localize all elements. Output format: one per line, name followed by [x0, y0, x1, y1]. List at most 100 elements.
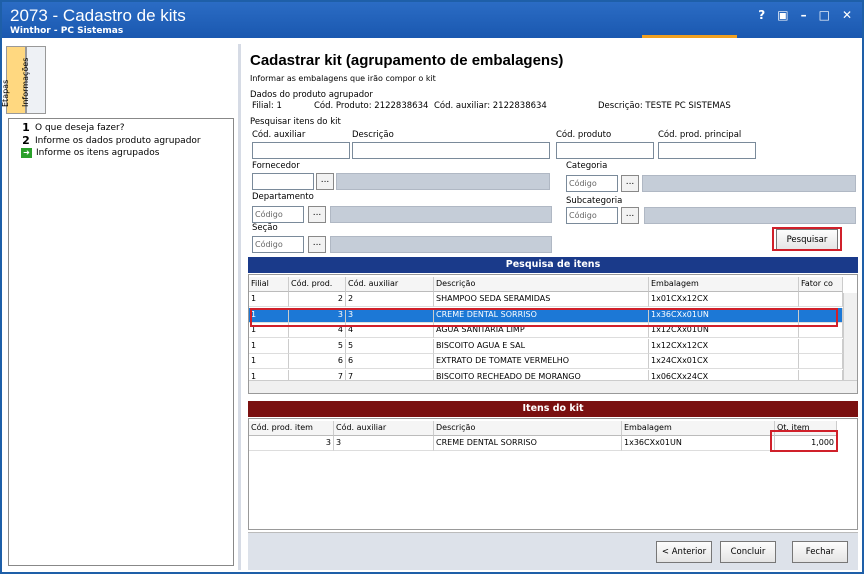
table-cell: 1x01CXx12CX	[649, 292, 799, 307]
green-arrow-icon: ➜	[21, 148, 32, 158]
anterior-button[interactable]: < Anterior	[656, 541, 712, 563]
window-controls: ? ▣ – □ ✕	[758, 8, 852, 22]
side-tabs: Etapas Informações	[1, 46, 46, 114]
page-title: Cadastrar kit (agrupamento de embalagens…	[250, 52, 564, 69]
col-embalagem[interactable]: Embalagem	[649, 277, 799, 292]
table-row[interactable]: 1 2 2 SHAMPOO SEDA SERAMIDAS 1x01CXx12CX	[249, 292, 857, 307]
tab-informacoes[interactable]: Informações	[21, 46, 46, 114]
kit-row[interactable]: 3 3 CREME DENTAL SORRISO 1x36CXx01UN 1,0…	[249, 436, 857, 451]
window-title: 2073 - Cadastro de kits	[10, 6, 186, 25]
table-cell	[799, 354, 843, 369]
agrupador-label: Dados do produto agrupador	[250, 90, 373, 100]
subcategoria-lookup-button[interactable]: ...	[621, 207, 639, 224]
subcategoria-name-field	[644, 207, 856, 224]
fornecedor-label: Fornecedor	[252, 161, 300, 171]
table-cell: 1	[249, 354, 289, 369]
col-cod-prod[interactable]: Cód. prod.	[289, 277, 346, 292]
maximize-icon[interactable]: □	[819, 8, 830, 22]
splitter[interactable]	[238, 44, 241, 570]
cod-prod-principal-label: Cód. prod. principal	[658, 130, 742, 140]
concluir-button[interactable]: Concluir	[720, 541, 776, 563]
selected-row-highlight	[250, 308, 838, 327]
col-kit-embalagem[interactable]: Embalagem	[622, 421, 775, 436]
table-cell: 6	[346, 354, 434, 369]
window-subtitle: Winthor - PC Sistemas	[10, 26, 124, 36]
kit-grid: Cód. prod. item Cód. auxiliar Descrição …	[248, 418, 858, 530]
cod-produto-label: Cód. produto	[556, 130, 612, 140]
secao-code-input[interactable]: Código	[252, 236, 304, 253]
table-cell: 2	[346, 292, 434, 307]
table-cell	[799, 338, 843, 354]
table-cell: 1	[249, 292, 289, 307]
pesquisa-grid-header: Filial Cód. prod. Cód. auxiliar Descriçã…	[249, 277, 857, 292]
table-cell: 1x24CXx01CX	[649, 354, 799, 369]
step-2[interactable]: 2 Informe os dados produto agrupador	[21, 134, 200, 147]
kit-grid-header: Cód. prod. item Cód. auxiliar Descrição …	[249, 421, 857, 436]
departamento-label: Departamento	[252, 192, 314, 202]
categoria-label: Categoria	[566, 161, 608, 171]
fornecedor-code-input[interactable]	[252, 173, 314, 190]
cod-auxiliar-value: Cód. auxiliar: 2122838634	[434, 101, 547, 111]
table-cell: 1	[249, 338, 289, 354]
table-cell: 2	[289, 292, 346, 307]
categoria-lookup-button[interactable]: ...	[621, 175, 639, 192]
col-kit-cod-auxiliar[interactable]: Cód. auxiliar	[334, 421, 434, 436]
col-filial[interactable]: Filial	[249, 277, 289, 292]
departamento-code-input[interactable]: Código	[252, 206, 304, 223]
secao-label: Seção	[252, 223, 278, 233]
categoria-name-field	[642, 175, 856, 192]
subcategoria-code-input[interactable]: Código	[566, 207, 618, 224]
table-cell: 5	[346, 338, 434, 354]
title-bar: 2073 - Cadastro de kits Winthor - PC Sis…	[2, 2, 862, 38]
table-cell: SHAMPOO SEDA SERAMIDAS	[434, 292, 649, 307]
steps-panel: 1O que deseja fazer? 2 Informe os dados p…	[8, 118, 234, 566]
step-3[interactable]: ➜ Informe os itens agrupados	[21, 148, 159, 158]
col-kit-descricao[interactable]: Descrição	[434, 421, 622, 436]
cod-auxiliar-label: Cód. auxiliar	[252, 130, 306, 140]
departamento-name-field	[330, 206, 552, 223]
descricao-value: Descrição: TESTE PC SISTEMAS	[598, 101, 731, 111]
search-group-label: Pesquisar itens do kit	[250, 117, 341, 127]
cod-prod-principal-input[interactable]	[658, 142, 756, 159]
subcategoria-label: Subcategoria	[566, 196, 623, 206]
categoria-code-input[interactable]: Código	[566, 175, 618, 192]
secao-lookup-button[interactable]: ...	[308, 236, 326, 253]
filial-value: Filial: 1	[252, 101, 282, 111]
table-cell: 5	[289, 338, 346, 354]
fornecedor-lookup-button[interactable]: ...	[316, 173, 334, 190]
kit-grid-title: Itens do kit	[248, 401, 858, 417]
qt-item-highlight	[770, 430, 838, 452]
minimize-icon[interactable]: –	[801, 8, 807, 22]
col-fator[interactable]: Fator co	[799, 277, 843, 292]
help-icon[interactable]: ?	[758, 8, 765, 22]
step-1[interactable]: 1O que deseja fazer?	[21, 121, 124, 134]
vertical-scrollbar[interactable]	[843, 293, 857, 383]
restore-icon[interactable]: ▣	[777, 8, 788, 22]
table-cell: BISCOITO AGUA E SAL	[434, 338, 649, 354]
close-icon[interactable]: ✕	[842, 8, 852, 22]
col-descricao[interactable]: Descrição	[434, 277, 649, 292]
fechar-button[interactable]: Fechar	[792, 541, 848, 563]
cod-produto-value: Cód. Produto: 2122838634	[314, 101, 429, 111]
table-row[interactable]: 1 6 6 EXTRATO DE TOMATE VERMELHO 1x24CXx01CX	[249, 354, 857, 369]
pesquisa-grid-title: Pesquisa de itens	[248, 257, 858, 273]
departamento-lookup-button[interactable]: ...	[308, 206, 326, 223]
table-cell: 1x12CXx12CX	[649, 338, 799, 354]
col-cod-prod-item[interactable]: Cód. prod. item	[249, 421, 334, 436]
horizontal-scrollbar[interactable]	[249, 380, 857, 393]
cod-auxiliar-input[interactable]	[252, 142, 350, 159]
accent-bar	[642, 35, 737, 38]
descricao-label: Descrição	[352, 130, 394, 140]
pesquisar-highlight	[772, 227, 842, 251]
table-cell: EXTRATO DE TOMATE VERMELHO	[434, 354, 649, 369]
col-cod-auxiliar[interactable]: Cód. auxiliar	[346, 277, 434, 292]
app-window: 2073 - Cadastro de kits Winthor - PC Sis…	[0, 0, 864, 574]
cod-produto-input[interactable]	[556, 142, 654, 159]
table-cell	[799, 292, 843, 307]
fornecedor-name-field	[336, 173, 550, 190]
descricao-input[interactable]	[352, 142, 550, 159]
page-subtitle: Informar as embalagens que irão compor o…	[250, 74, 436, 83]
table-cell: 6	[289, 354, 346, 369]
table-row[interactable]: 1 5 5 BISCOITO AGUA E SAL 1x12CXx12CX	[249, 338, 857, 354]
button-bar: < Anterior Concluir Fechar	[248, 532, 858, 570]
